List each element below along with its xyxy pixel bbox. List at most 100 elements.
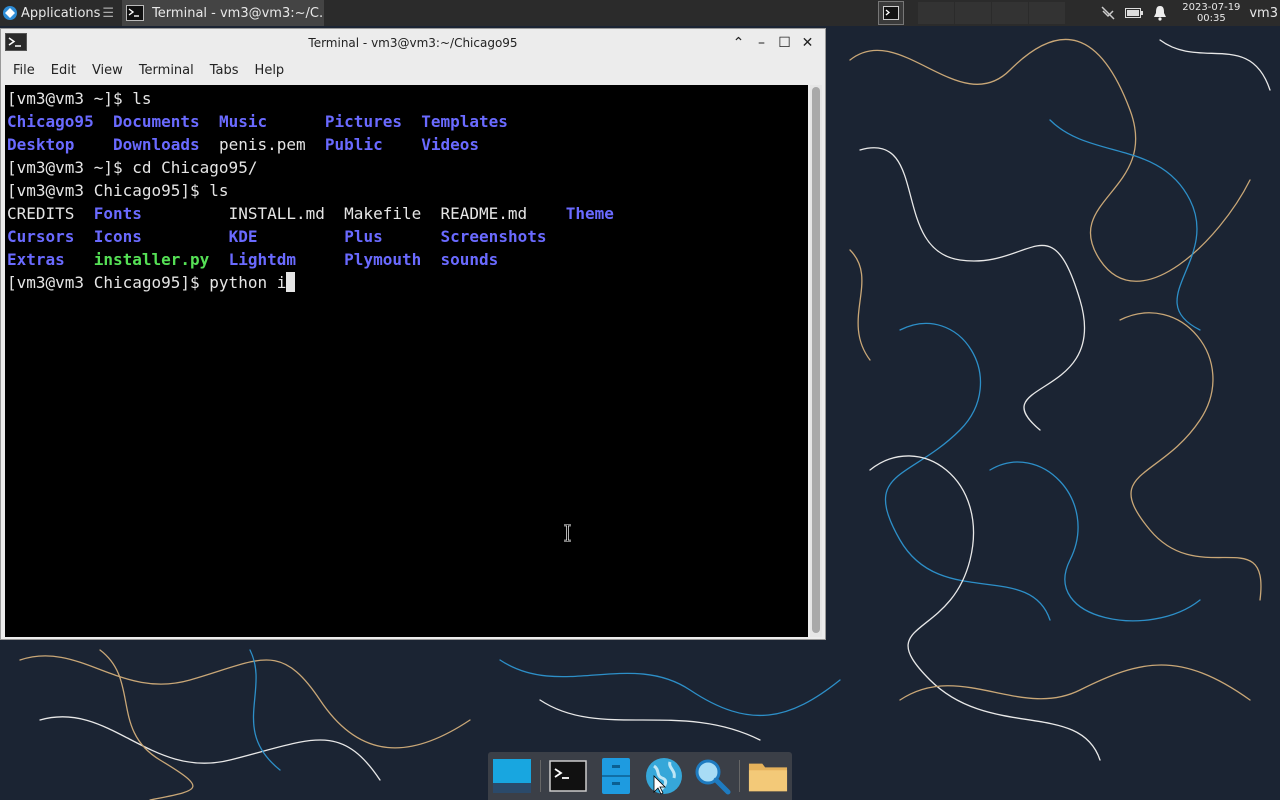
- terminal-line: Desktop Downloads penis.pem Public Video…: [7, 133, 808, 156]
- terminal-line: CREDITS Fonts INSTALL.md Makefile README…: [7, 202, 808, 225]
- maximize-icon: ☐: [778, 35, 791, 51]
- terminal-text: [vm3@vm3 Chicago95]$ ls: [7, 181, 229, 200]
- terminal-icon: [883, 6, 900, 20]
- terminal-line: Chicago95 Documents Music Pictures Templ…: [7, 110, 808, 133]
- terminal-text: Lightdm: [228, 250, 296, 269]
- maximize-button[interactable]: ☐: [773, 33, 796, 53]
- terminal-text: Theme: [565, 204, 614, 223]
- taskbar-item-terminal[interactable]: Terminal - vm3@vm3:~/C...: [122, 0, 325, 26]
- terminal-launcher-button[interactable]: [878, 1, 905, 25]
- terminal-cursor: [286, 272, 296, 292]
- applications-menu-button[interactable]: Applications ☰: [0, 0, 120, 26]
- workspace-2[interactable]: [955, 2, 992, 24]
- clock[interactable]: 2023-07-19 00:35: [1181, 2, 1241, 24]
- dock: [488, 752, 792, 800]
- user-menu[interactable]: vm3: [1249, 6, 1278, 21]
- dock-separator: [539, 760, 541, 792]
- top-panel: Applications ☰ Terminal - vm3@vm3:~/C...: [0, 0, 1280, 26]
- menu-edit[interactable]: Edit: [43, 63, 84, 78]
- terminal-text: Downloads: [112, 135, 200, 154]
- minimize-button[interactable]: –: [750, 33, 773, 53]
- terminal-text: Fonts: [93, 204, 142, 223]
- clock-date: 2023-07-19: [1182, 2, 1241, 13]
- terminal-text: sounds: [440, 250, 499, 269]
- menu-file[interactable]: File: [5, 63, 43, 78]
- terminal-line: Extras installer.py Lightdm Plymouth sou…: [7, 248, 808, 271]
- terminal-line: [vm3@vm3 ~]$ ls: [7, 87, 808, 110]
- close-button[interactable]: ✕: [796, 33, 819, 53]
- menu-separator-icon: ☰: [102, 5, 115, 21]
- terminal-line: [vm3@vm3 ~]$ cd Chicago95/: [7, 156, 808, 179]
- terminal-text: penis.pem: [199, 135, 325, 154]
- terminal-text: Music: [218, 112, 268, 131]
- window-title: Terminal - vm3@vm3:~/Chicago95: [308, 36, 518, 50]
- terminal-text: CREDITS: [7, 204, 94, 223]
- terminal-text: Pictures: [324, 112, 402, 131]
- dock-item-terminal[interactable]: [548, 756, 588, 796]
- file-cabinet-icon: [602, 758, 631, 794]
- dock-item-files[interactable]: [748, 756, 788, 796]
- terminal-line: [vm3@vm3 Chicago95]$ python i: [7, 271, 808, 294]
- dock-item-desktop[interactable]: [492, 756, 532, 796]
- terminal-text: [vm3@vm3 ~]$ ls: [7, 89, 152, 108]
- battery-icon[interactable]: [1125, 4, 1144, 22]
- terminal-text: Public: [324, 135, 383, 154]
- text-cursor-icon: [564, 524, 571, 542]
- terminal-line: [vm3@vm3 Chicago95]$ ls: [7, 179, 808, 202]
- terminal-text: Plymouth: [344, 250, 422, 269]
- workspace-4[interactable]: [1029, 2, 1066, 24]
- close-icon: ✕: [801, 35, 814, 51]
- dock-item-web-browser[interactable]: [644, 756, 684, 796]
- workspace-1[interactable]: [918, 2, 955, 24]
- search-icon: [695, 759, 731, 795]
- clock-time: 00:35: [1196, 13, 1226, 24]
- terminal-scrollbar[interactable]: [810, 85, 822, 637]
- terminal-text: Plus: [344, 227, 383, 246]
- terminal-text: Templates: [421, 112, 508, 131]
- xfce-logo-icon: [3, 6, 17, 20]
- terminal-window: Terminal - vm3@vm3:~/Chicago95 ⌃ – ☐ ✕ F…: [0, 28, 826, 640]
- window-titlebar[interactable]: Terminal - vm3@vm3:~/Chicago95 ⌃ – ☐ ✕: [1, 29, 825, 57]
- network-icon-shape: [1101, 6, 1115, 20]
- applications-label: Applications: [21, 5, 101, 21]
- dock-item-file-cabinet[interactable]: [596, 756, 636, 796]
- terminal-text: installer.py: [93, 250, 210, 269]
- menu-bar: File Edit View Terminal Tabs Help: [1, 57, 825, 83]
- terminal-line: Cursors Icons KDE Plus Screenshots: [7, 225, 808, 248]
- terminal-icon: [549, 760, 588, 792]
- terminal-text: [vm3@vm3 ~]$ cd Chicago95/: [7, 158, 258, 177]
- terminal-text: Icons: [93, 227, 142, 246]
- terminal-output[interactable]: [vm3@vm3 ~]$ ls Chicago95 Documents Music…: [5, 85, 808, 637]
- terminal-text: Videos: [421, 135, 480, 154]
- desktop-icon: [492, 759, 531, 793]
- terminal-text: INSTALL.md Makefile README.md: [141, 204, 566, 223]
- notifications-bell-icon[interactable]: [1151, 4, 1169, 22]
- dock-separator: [739, 760, 741, 792]
- terminal-text: Extras: [7, 250, 65, 269]
- folder-icon: [749, 763, 788, 792]
- workspace-3[interactable]: [992, 2, 1029, 24]
- network-disconnected-icon[interactable]: [1099, 4, 1117, 22]
- menu-terminal[interactable]: Terminal: [131, 63, 202, 78]
- menu-help[interactable]: Help: [247, 63, 293, 78]
- scrollbar-thumb[interactable]: [812, 87, 820, 633]
- bell-icon-shape: [1154, 6, 1167, 21]
- taskbar-item-label: Terminal - vm3@vm3:~/C...: [152, 5, 325, 21]
- dock-item-search[interactable]: [692, 756, 732, 796]
- terminal-text: Screenshots: [440, 227, 547, 246]
- menu-tabs[interactable]: Tabs: [202, 63, 247, 78]
- menu-view[interactable]: View: [84, 63, 131, 78]
- terminal-text: Chicago95: [7, 112, 94, 131]
- shade-button[interactable]: ⌃: [727, 33, 750, 53]
